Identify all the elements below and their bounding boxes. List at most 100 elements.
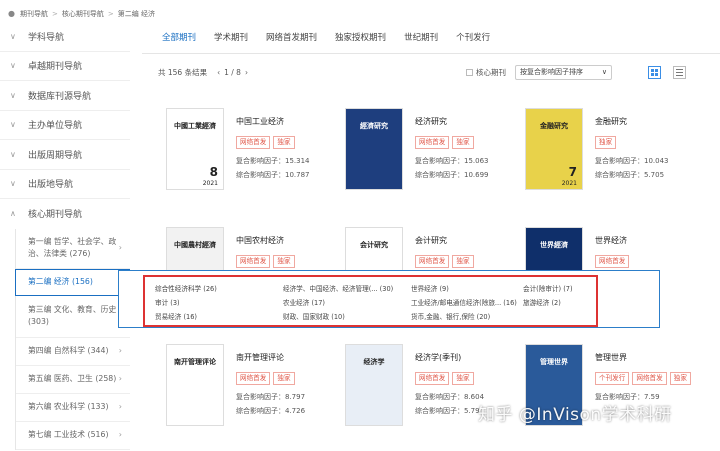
page-indicator: 1 / 8 (224, 67, 241, 77)
sidebar-item-excellent[interactable]: ∨ 卓越期刊导航 (0, 52, 130, 81)
breadcrumb-item[interactable]: 期刊导航 (20, 9, 48, 19)
sidebar-item-database[interactable]: ∨ 数据库刊源导航 (0, 81, 130, 111)
impact-factor: 复合影响因子：15.314 (236, 157, 310, 165)
journal-name[interactable]: 中国工业经济 (236, 116, 284, 127)
cover-title: 会计研究 (360, 240, 388, 249)
prev-page-icon[interactable]: ‹ (217, 68, 220, 77)
category-link[interactable]: 农业经济 (17) (283, 297, 325, 307)
cover-title: 金融研究 (540, 121, 568, 130)
status-badge: 网络首发 (595, 255, 630, 268)
journal-cover-image[interactable]: 南开管理评论 (166, 344, 224, 426)
badge-group: 网络首发 独家 (236, 255, 295, 268)
journal-card[interactable]: 经济学 经济学(季刊) 网络首发 独家 复合影响因子：8.604 综合影响因子：5.79 (345, 344, 535, 448)
sidebar-sub-item[interactable]: 第六编 农业科学 (133) › (16, 394, 130, 422)
category-link[interactable]: 世界经济 (9) (411, 283, 449, 293)
journal-name[interactable]: 中国农村经济 (236, 235, 284, 246)
journal-card[interactable]: 中國工業經濟 8 2021 中国工业经济 网络首发 独家复合影响因子：15.314 综合影响… (166, 108, 356, 212)
journal-card[interactable]: 南开管理评论 南开管理评论 网络首发 独家 复合影响因子：8.797 综合影响因子：4.7… (166, 344, 356, 448)
checkbox-icon[interactable] (466, 68, 473, 76)
tab-online-first[interactable]: 网络首发期刊 (266, 22, 317, 54)
sidebar-item-place[interactable]: ∨ 出版地导航 (0, 170, 130, 199)
badge-group: 独家 (595, 136, 617, 149)
journal-name[interactable]: 金融研究 (595, 116, 627, 127)
journal-cover-image[interactable]: 中國工業經濟 8 2021 (166, 108, 224, 190)
chevron-right-icon: › (118, 243, 122, 252)
status-badge: 网络首发 (236, 255, 271, 268)
impact-factor: 综合影响因子：10.787 (236, 171, 310, 179)
core-checkbox[interactable]: 核心期刊 (466, 67, 506, 78)
chevron-right-icon: › (118, 346, 122, 355)
impact-factor: 复合影响因子：15.063 (415, 157, 489, 165)
sidebar-sub-item[interactable]: 第四编 自然科学 (344) › (16, 338, 130, 366)
category-link[interactable]: 贸易经济 (16) (155, 311, 197, 321)
journal-card[interactable]: 經濟研究 经济研究 网络首发 独家 复合影响因子：15.063 综合影响因子：10.699 (345, 108, 535, 212)
list-view-icon[interactable] (673, 65, 686, 79)
journal-name[interactable]: 经济研究 (415, 116, 447, 127)
breadcrumb-item: 第二编 经济 (117, 9, 155, 18)
journal-name[interactable]: 经济学(季刊) (415, 352, 461, 363)
sidebar-item-subject[interactable]: ∨ 学科导航 (0, 22, 130, 52)
journal-name[interactable]: 南开管理评论 (236, 352, 284, 363)
category-link[interactable]: 财政、国家财政 (10) (283, 311, 345, 321)
chevron-right-icon: › (118, 374, 122, 383)
impact-factor: 综合影响因子：10.699 (415, 171, 489, 179)
category-flyout: 综合性经济科学 (26) 经济学、中国经济、经济管理(... (30) 世界经济 (… (143, 275, 598, 327)
cover-year: 2021 (202, 180, 218, 187)
category-link[interactable]: 旅游经济 (2) (523, 297, 561, 307)
sort-select[interactable]: 按复合影响因子排序 ∨ (515, 64, 612, 80)
main-content: 全部期刊 学术期刊 网络首发期刊 独家授权期刊 世纪期刊 个刊发行 共 156 … (142, 22, 720, 451)
category-link[interactable]: 货币,金融、银行,保险 (20) (411, 311, 490, 321)
tab-exclusive[interactable]: 独家授权期刊 (335, 22, 386, 54)
sidebar-sub-item[interactable]: 第三编 文化、教育、历史(303) › (16, 296, 130, 338)
journal-cover-image[interactable]: 经济学 (345, 344, 403, 426)
sidebar-sub-item[interactable]: 第五编 医药、卫生 (258) › (16, 366, 130, 394)
impact-factor: 复合影响因子：8.604 (415, 393, 485, 401)
badge-group: 个刊发行 网络首发 独家 (595, 372, 691, 385)
chevron-down-icon: ∨ (10, 90, 16, 100)
sidebar-sub-item-active[interactable]: 第二编 经济 (156) › (15, 268, 130, 296)
journal-name[interactable]: 管理世界 (595, 352, 627, 363)
sidebar-sub-item[interactable]: 第七编 工业技术 (516) › (16, 422, 130, 450)
sidebar-item-core[interactable]: ∧ 核心期刊导航 (0, 199, 130, 229)
cover-title: 经济学 (363, 357, 385, 366)
breadcrumb: ● 期刊导航 > 核心期刊导航 > 第二编 经济 (8, 8, 155, 19)
journal-card[interactable]: 金融研究 7 2021 金融研究 独家 复合影响因子：10.043 综合影响因子：5.705 (525, 108, 715, 212)
category-link[interactable]: 经济学、中国经济、经济管理(... (30) (283, 283, 393, 293)
next-page-icon[interactable]: › (245, 68, 248, 77)
cover-title: 管理世界 (540, 357, 568, 366)
category-link[interactable]: 综合性经济科学 (26) (155, 283, 217, 293)
cover-issue: 7 (568, 165, 577, 179)
sidebar-item-period[interactable]: ∨ 出版周期导航 (0, 140, 130, 170)
status-badge: 独家 (452, 372, 474, 385)
impact-factor: 综合影响因子：5.705 (595, 171, 665, 179)
chevron-down-icon: ∨ (10, 149, 16, 159)
category-link[interactable]: 工业经济/邮电通信经济(除旅... (16) (411, 297, 517, 307)
breadcrumb-item[interactable]: 核心期刊导航 (62, 9, 104, 19)
sidebar-item-sponsor[interactable]: ∨ 主办单位导航 (0, 111, 130, 140)
status-badge: 网络首发 (415, 372, 450, 385)
cover-title: 中國農村經濟 (174, 240, 216, 249)
tab-individual[interactable]: 个刊发行 (456, 22, 490, 54)
journal-cover-image[interactable]: 經濟研究 (345, 108, 403, 190)
badge-group: 网络首发 (595, 255, 630, 268)
pager: ‹ 1 / 8 › (217, 68, 248, 77)
journal-name[interactable]: 会计研究 (415, 235, 447, 246)
sidebar-sub-item[interactable]: 第一编 哲学、社会学、政 治、法律类 (276) › (16, 229, 130, 269)
grid-view-icon[interactable] (648, 65, 661, 79)
tab-all[interactable]: 全部期刊 (162, 22, 196, 54)
tab-bar: 全部期刊 学术期刊 网络首发期刊 独家授权期刊 世纪期刊 个刊发行 (142, 22, 720, 54)
status-badge: 独家 (452, 255, 474, 268)
journal-cover-image[interactable]: 金融研究 7 2021 (525, 108, 583, 190)
category-link[interactable]: 会计(除审计) (7) (523, 283, 573, 293)
status-badge: 独家 (273, 136, 295, 149)
cover-title: 南开管理评论 (174, 357, 216, 366)
status-badge: 网络首发 (415, 136, 450, 149)
tab-academic[interactable]: 学术期刊 (214, 22, 248, 54)
cover-title: 中國工業經濟 (174, 121, 216, 130)
status-badge: 网络首发 (415, 255, 450, 268)
journal-card[interactable]: 管理世界 管理世界 个刊发行 网络首发 独家 复合影响因子：7.59 (525, 344, 715, 448)
badge-group: 网络首发 独家 (236, 136, 295, 149)
journal-name[interactable]: 世界经济 (595, 235, 627, 246)
category-link[interactable]: 审计 (3) (155, 297, 180, 307)
tab-century[interactable]: 世纪期刊 (404, 22, 438, 54)
